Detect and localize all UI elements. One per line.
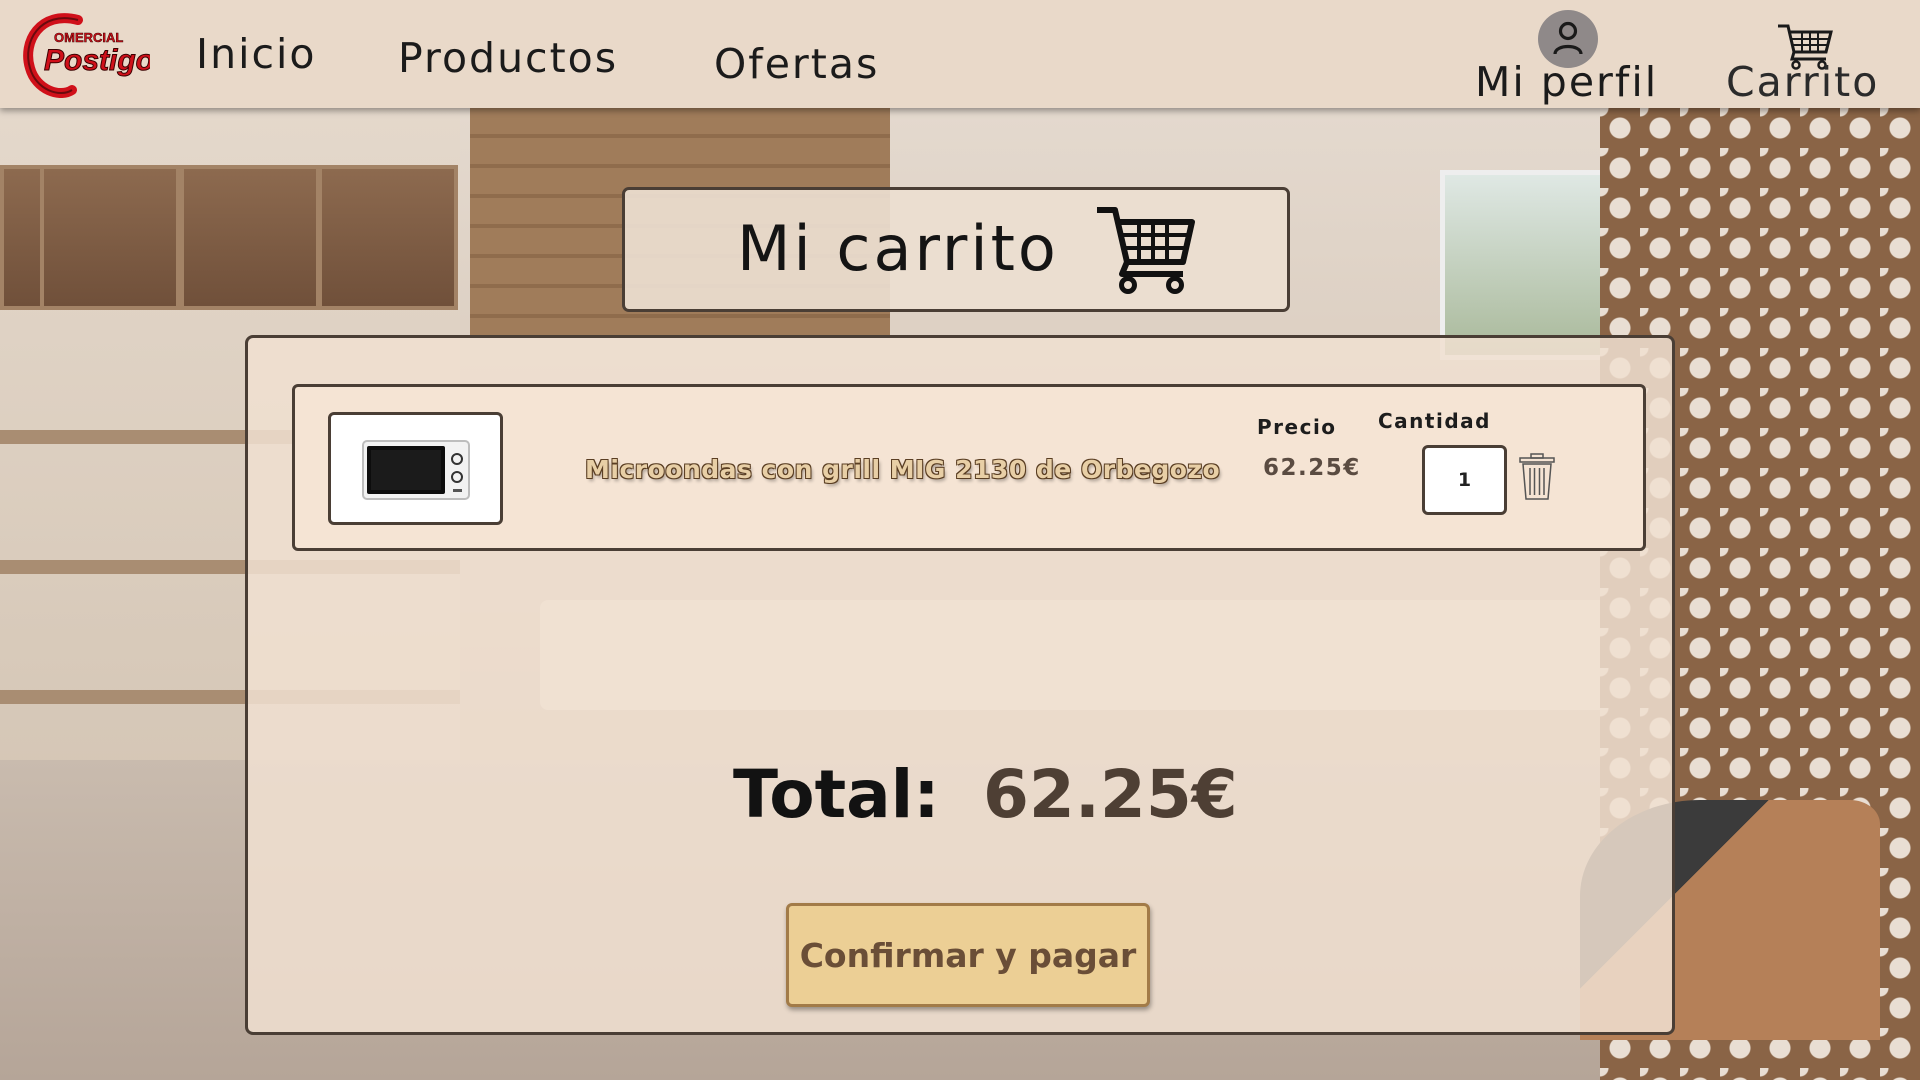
price-header: Precio xyxy=(1257,415,1337,439)
cart-panel: Microondas con grill MIG 2130 de Orbegoz… xyxy=(245,335,1675,1035)
nav-productos[interactable]: Productos xyxy=(398,34,618,82)
confirm-pay-button[interactable]: Confirmar y pagar xyxy=(786,903,1150,1007)
svg-text:Postigo: Postigo xyxy=(44,44,150,77)
product-image[interactable] xyxy=(328,412,503,525)
cart-link[interactable]: Carrito xyxy=(1726,18,1896,106)
product-price: 62.25€ xyxy=(1263,455,1361,481)
trash-icon[interactable] xyxy=(1515,453,1559,501)
top-navbar: OMERCIAL Postigo Inicio Productos Oferta… xyxy=(0,0,1920,108)
cart-item-row: Microondas con grill MIG 2130 de Orbegoz… xyxy=(292,384,1646,551)
profile-link[interactable]: Mi perfil xyxy=(1470,10,1660,106)
site-logo[interactable]: OMERCIAL Postigo xyxy=(20,12,155,99)
nav-inicio[interactable]: Inicio xyxy=(196,30,317,78)
page-title-box: Mi carrito xyxy=(622,187,1290,312)
cart-label: Carrito xyxy=(1726,58,1880,106)
total-label: Total: xyxy=(733,756,940,833)
product-name[interactable]: Microondas con grill MIG 2130 de Orbegoz… xyxy=(585,455,1220,484)
svg-text:OMERCIAL: OMERCIAL xyxy=(54,30,123,45)
cart-icon xyxy=(1097,207,1195,294)
microwave-image xyxy=(362,440,470,500)
quantity-header: Cantidad xyxy=(1378,409,1491,433)
total-value: 62.25€ xyxy=(983,756,1238,833)
quantity-input[interactable] xyxy=(1422,445,1507,515)
page-title: Mi carrito xyxy=(737,212,1059,285)
nav-ofertas[interactable]: Ofertas xyxy=(714,40,879,88)
logo-icon: OMERCIAL Postigo xyxy=(23,13,155,99)
profile-label: Mi perfil xyxy=(1475,58,1659,106)
